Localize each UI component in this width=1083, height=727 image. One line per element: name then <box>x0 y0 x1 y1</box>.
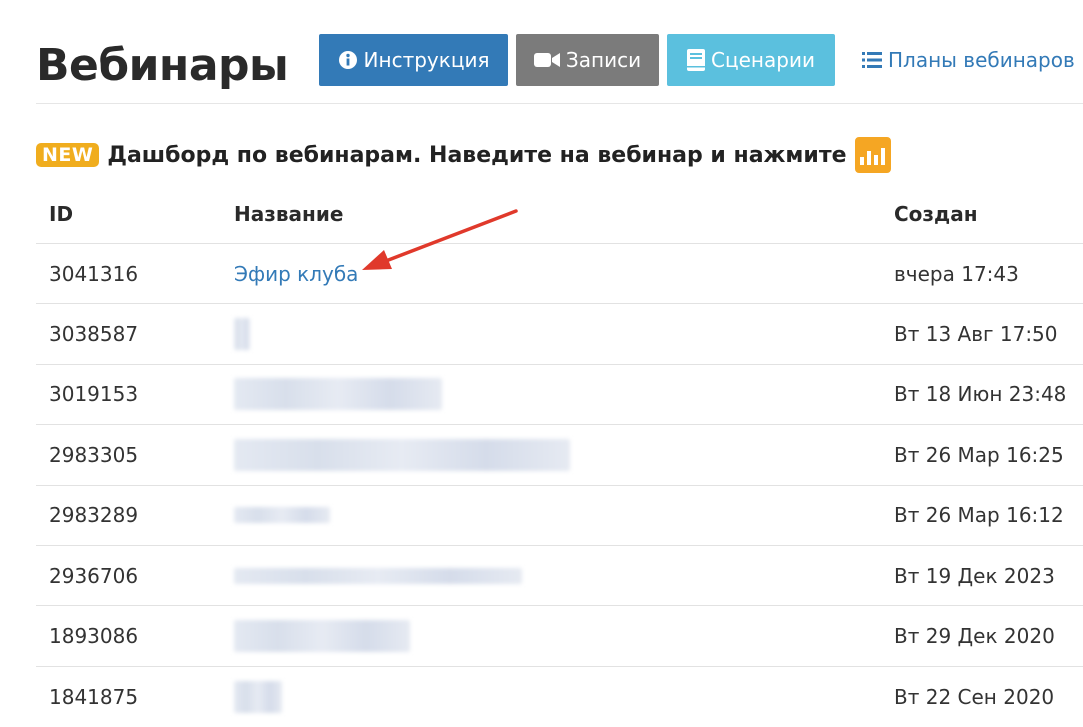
webinar-name-link[interactable]: Эфир клуба <box>234 262 358 286</box>
table-row[interactable]: 2983305 Вт 26 Мар 16:25 <box>36 425 1083 486</box>
bar-chart-icon[interactable] <box>854 137 891 173</box>
table-row[interactable]: 3041316 Эфир клуба вчера 17:43 <box>36 244 1083 305</box>
recordings-label: Записи <box>565 48 642 72</box>
page-title: Вебинары <box>36 40 289 91</box>
row-created: Вт 29 Дек 2020 <box>894 624 1055 649</box>
recordings-button[interactable]: Записи <box>516 34 659 86</box>
redacted-name <box>234 318 250 351</box>
row-id: 2936706 <box>49 563 139 588</box>
table-row[interactable]: 1893086 Вт 29 Дек 2020 <box>36 606 1083 667</box>
table-row[interactable]: 2936706 Вт 19 Дек 2023 <box>36 546 1083 607</box>
column-header-name[interactable]: Название <box>222 185 894 243</box>
redacted-name <box>234 620 410 653</box>
info-circle-icon <box>338 51 357 69</box>
book-icon <box>687 49 706 71</box>
scenarios-button[interactable]: Сценарии <box>667 34 835 86</box>
row-id: 2983289 <box>49 503 139 528</box>
table-row[interactable]: 3019153 Вт 18 Июн 23:48 <box>36 365 1083 426</box>
list-icon <box>862 52 882 68</box>
dashboard-notice: NEW Дашборд по вебинарам. Наведите на ве… <box>36 137 891 173</box>
row-created: Вт 13 Авг 17:50 <box>894 322 1058 347</box>
table-header: ID Название Создан <box>36 185 1083 244</box>
row-id: 1841875 <box>49 684 139 709</box>
column-header-created[interactable]: Создан <box>894 202 978 226</box>
row-created: Вт 22 Сен 2020 <box>894 684 1055 709</box>
redacted-name <box>234 567 522 584</box>
header-divider <box>36 103 1083 104</box>
scenarios-label: Сценарии <box>711 48 815 72</box>
redacted-name <box>234 507 330 524</box>
webinar-plans-link[interactable]: Планы вебинаров <box>862 34 1075 86</box>
table-row[interactable]: 3038587 Вт 13 Авг 17:50 <box>36 304 1083 365</box>
webinars-table: ID Название Создан 3041316 Эфир клуба вч… <box>36 185 1083 727</box>
column-header-id[interactable]: ID <box>36 202 222 226</box>
redacted-name <box>234 438 570 471</box>
webinars-page: Вебинары Инструкция Записи Сценарии План… <box>0 0 1083 727</box>
instructions-label: Инструкция <box>363 48 490 72</box>
video-camera-icon <box>533 53 560 67</box>
row-created: Вт 26 Мар 16:25 <box>894 442 1064 467</box>
notice-text: Дашборд по вебинарам. Наведите на вебина… <box>107 142 847 168</box>
new-badge: NEW <box>36 143 100 167</box>
row-created: Вт 18 Июн 23:48 <box>894 382 1067 407</box>
row-id: 1893086 <box>49 624 139 649</box>
row-id: 2983305 <box>49 442 139 467</box>
table-row[interactable]: 2983289 Вт 26 Мар 16:12 <box>36 486 1083 546</box>
row-id: 3038587 <box>49 322 139 347</box>
table-row[interactable]: 1841875 Вт 22 Сен 2020 <box>36 667 1083 727</box>
row-created: Вт 26 Мар 16:12 <box>894 503 1064 528</box>
row-id: 3019153 <box>49 382 139 407</box>
instructions-button[interactable]: Инструкция <box>319 34 508 86</box>
redacted-name <box>234 378 442 411</box>
row-created: вчера 17:43 <box>894 261 1019 286</box>
row-created: Вт 19 Дек 2023 <box>894 563 1055 588</box>
row-id: 3041316 <box>49 261 139 286</box>
webinar-plans-label: Планы вебинаров <box>888 48 1075 72</box>
redacted-name <box>234 680 282 713</box>
